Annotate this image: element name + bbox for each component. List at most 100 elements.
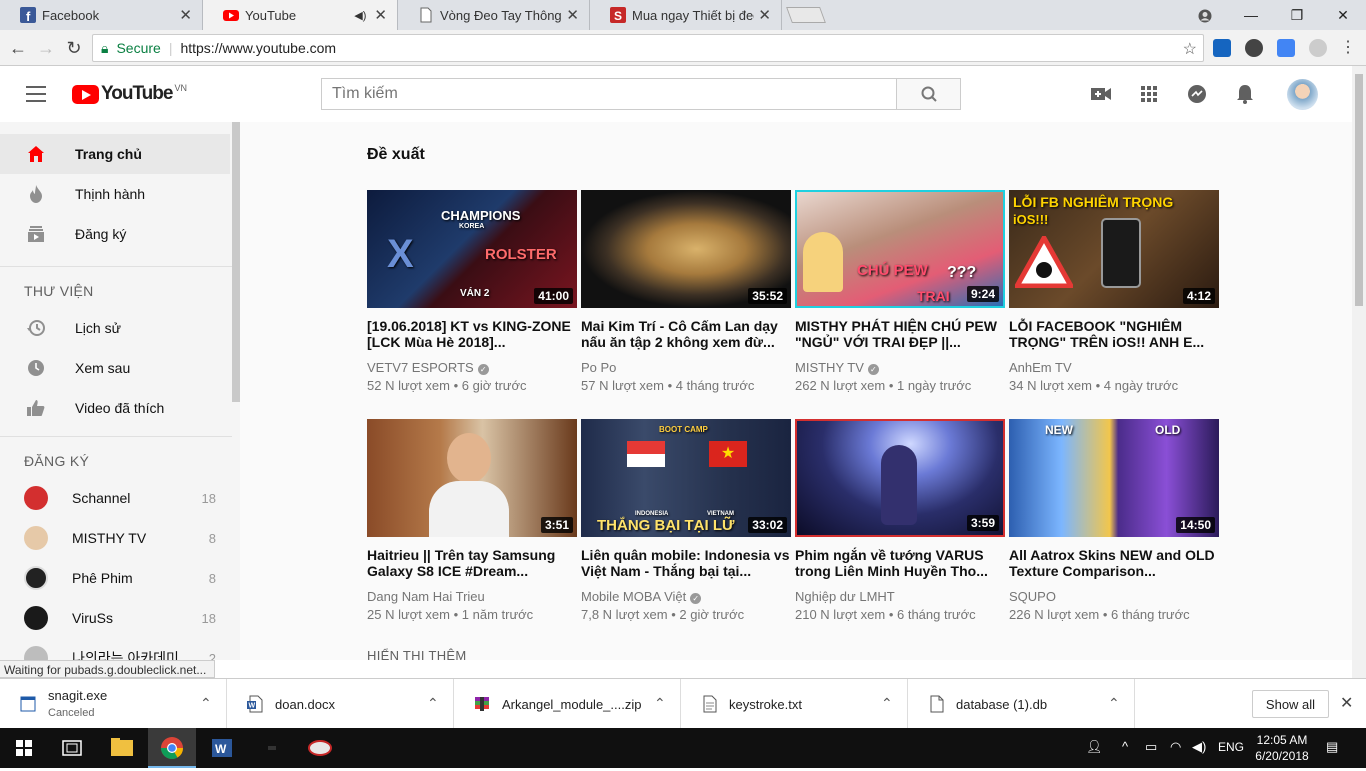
sidebar-item-watch-later[interactable]: Xem sau (0, 348, 230, 388)
video-channel[interactable]: SQUPO (1009, 589, 1056, 604)
video-card[interactable]: CHAMPIONS KOREA X ROLSTER VÁN 2 41:00 [1… (367, 190, 577, 400)
subscription-item[interactable]: Schannel 18 (0, 478, 230, 518)
video-title[interactable]: MISTHY PHÁT HIỆN CHÚ PEW "NGỦ" VỚI TRAI … (795, 318, 1005, 350)
video-title[interactable]: Haitrieu || Trên tay Samsung Galaxy S8 I… (367, 547, 577, 579)
video-channel[interactable]: Po Po (581, 360, 616, 375)
video-card[interactable]: LỖI FB NGHIÊM TRỌNG iOS!!! 4:12 LỖI FACE… (1009, 190, 1219, 400)
close-tab-icon[interactable]: ✕ (758, 6, 771, 24)
close-tab-icon[interactable]: ✕ (566, 6, 579, 24)
sidebar-item-subscriptions[interactable]: Đăng ký (0, 214, 230, 254)
download-item[interactable]: keystroke.txt ⌃ (681, 679, 908, 729)
video-thumbnail[interactable]: NEW OLD 14:50 (1009, 419, 1219, 537)
show-all-downloads-button[interactable]: Show all (1252, 690, 1329, 718)
download-item[interactable]: W doan.docx ⌃ (227, 679, 454, 729)
video-title[interactable]: Mai Kim Trí - Cô Cấm Lan dạy nấu ăn tập … (581, 318, 791, 350)
video-channel[interactable]: MISTHY TV ✓ (795, 360, 879, 375)
video-thumbnail[interactable]: 35:52 (581, 190, 791, 308)
sidebar-item-liked-videos[interactable]: Video đã thích (0, 388, 230, 428)
video-card[interactable]: 3:51 Haitrieu || Trên tay Samsung Galaxy… (367, 419, 577, 629)
video-channel[interactable]: VETV7 ESPORTS ✓ (367, 360, 489, 375)
system-clock[interactable]: 12:05 AM 6/20/2018 (1252, 732, 1312, 764)
chevron-up-icon[interactable]: ⌃ (1108, 695, 1120, 712)
subscription-item[interactable]: ViruSs 18 (0, 598, 230, 638)
volume-icon[interactable]: ◀) (1192, 739, 1206, 755)
subscription-item[interactable]: Phê Phim 8 (0, 558, 230, 598)
video-channel[interactable]: Mobile MOBA Việt ✓ (581, 589, 702, 604)
apps-grid-icon[interactable] (1137, 82, 1161, 106)
tab-shop[interactable]: S Mua ngay Thiết bị đeo th ✕ (590, 0, 782, 30)
close-window-icon[interactable]: ✕ (1320, 0, 1366, 30)
forward-icon[interactable]: → (34, 36, 58, 60)
video-thumbnail[interactable]: 3:59 (795, 419, 1005, 537)
start-button[interactable] (0, 728, 48, 768)
chevron-up-icon[interactable]: ⌃ (200, 695, 212, 712)
chevron-up-icon[interactable]: ⌃ (654, 695, 666, 712)
bookmark-star-icon[interactable]: ☆ (1183, 39, 1197, 59)
tab-youtube[interactable]: YouTube ◀) ✕ (203, 0, 398, 30)
people-icon[interactable]: 👤︎ (1086, 739, 1103, 755)
snagit-icon[interactable] (296, 728, 344, 768)
chrome-icon[interactable] (148, 728, 196, 768)
show-more-button[interactable]: HIỂN THỊ THÊM (367, 648, 466, 660)
video-thumbnail[interactable]: 3:51 (367, 419, 577, 537)
video-channel[interactable]: AnhEm TV (1009, 360, 1072, 375)
battery-icon[interactable]: ▭ (1145, 739, 1157, 755)
video-thumbnail[interactable]: LỖI FB NGHIÊM TRỌNG iOS!!! 4:12 (1009, 190, 1219, 308)
sidebar-scrollbar[interactable] (232, 122, 240, 402)
close-shelf-icon[interactable]: ✕ (1340, 693, 1353, 713)
chevron-up-icon[interactable]: ⌃ (881, 695, 893, 712)
video-title[interactable]: [19.06.2018] KT vs KING-ZONE [LCK Mùa Hè… (367, 318, 577, 350)
create-video-icon[interactable] (1089, 82, 1113, 106)
video-title[interactable]: Liên quân mobile: Indonesia vs Việt Nam … (581, 547, 791, 579)
profile-icon[interactable] (1182, 0, 1228, 30)
video-thumbnail[interactable]: CHÚ PEW ??? TRAI 9:24 (795, 190, 1005, 308)
restore-icon[interactable]: ❐ (1274, 0, 1320, 30)
search-input[interactable] (321, 78, 897, 110)
messages-icon[interactable] (1185, 82, 1209, 106)
notifications-bell-icon[interactable] (1233, 82, 1257, 106)
video-channel[interactable]: Nghiệp dư LMHT (795, 589, 895, 604)
video-thumbnail[interactable]: CHAMPIONS KOREA X ROLSTER VÁN 2 41:00 (367, 190, 577, 308)
video-card[interactable]: BOOT CAMP ★ INDONESIA VIETNAM THẮNG BẠI … (581, 419, 791, 629)
reload-icon[interactable]: ↻ (62, 36, 86, 60)
video-card[interactable]: 3:59 Phim ngắn về tướng VARUS trong Liên… (795, 419, 1005, 629)
subscription-item[interactable]: 나의라는 아카데미 2 (0, 638, 230, 660)
task-view-icon[interactable] (48, 728, 96, 768)
chevron-up-icon[interactable]: ^ (1122, 739, 1128, 754)
new-tab-button[interactable] (786, 7, 826, 23)
close-tab-icon[interactable]: ✕ (374, 6, 387, 24)
download-item[interactable]: Arkangel_module_....zip ⌃ (454, 679, 681, 729)
close-tab-icon[interactable]: ✕ (179, 6, 192, 24)
download-item[interactable]: snagit.exe Canceled ⌃ (0, 679, 227, 729)
speaker-icon[interactable]: ◀) (354, 9, 366, 22)
menu-dots-icon[interactable]: ⋮ (1336, 36, 1360, 60)
account-avatar[interactable] (1287, 79, 1318, 110)
address-bar[interactable]: 🔒︎ Secure | https://www.youtube.com ☆ (92, 34, 1204, 62)
extension-j-icon[interactable] (1213, 39, 1231, 57)
video-title[interactable]: All Aatrox Skins NEW and OLD Texture Com… (1009, 547, 1219, 579)
video-card[interactable]: NEW OLD 14:50 All Aatrox Skins NEW and O… (1009, 419, 1219, 629)
sidebar-item-home[interactable]: Trang chủ (0, 134, 230, 174)
youtube-logo[interactable]: YouTube VN (72, 83, 187, 105)
file-explorer-icon[interactable] (98, 728, 146, 768)
extension-camera-icon[interactable] (1245, 39, 1263, 57)
minimize-icon[interactable]: — (1228, 0, 1274, 30)
sidebar-item-history[interactable]: Lịch sử (0, 308, 230, 348)
search-button[interactable] (896, 78, 961, 110)
extension-disabled-icon[interactable] (1309, 39, 1327, 57)
video-title[interactable]: LỖI FACEBOOK "NGHIÊM TRỌNG" TRÊN iOS!! A… (1009, 318, 1219, 350)
video-title[interactable]: Phim ngắn về tướng VARUS trong Liên Minh… (795, 547, 1005, 579)
video-thumbnail[interactable]: BOOT CAMP ★ INDONESIA VIETNAM THẮNG BẠI … (581, 419, 791, 537)
language-indicator[interactable]: ENG (1218, 740, 1244, 754)
wifi-icon[interactable]: ◠ (1170, 739, 1181, 755)
video-card[interactable]: CHÚ PEW ??? TRAI 9:24 MISTHY PHÁT HIỆN C… (795, 190, 1005, 400)
tab-facebook[interactable]: f Facebook ✕ (0, 0, 203, 30)
notification-center-icon[interactable]: ▤ (1326, 739, 1338, 755)
menu-icon[interactable] (26, 86, 46, 102)
word-icon[interactable]: W (198, 728, 246, 768)
tab-smart-band[interactable]: Vòng Đeo Tay Thông Minh ✕ (398, 0, 590, 30)
sidebar-item-trending[interactable]: Thịnh hành (0, 174, 230, 214)
download-item[interactable]: database (1).db ⌃ (908, 679, 1135, 729)
translate-icon[interactable] (1277, 39, 1295, 57)
subscription-item[interactable]: MISTHY TV 8 (0, 518, 230, 558)
